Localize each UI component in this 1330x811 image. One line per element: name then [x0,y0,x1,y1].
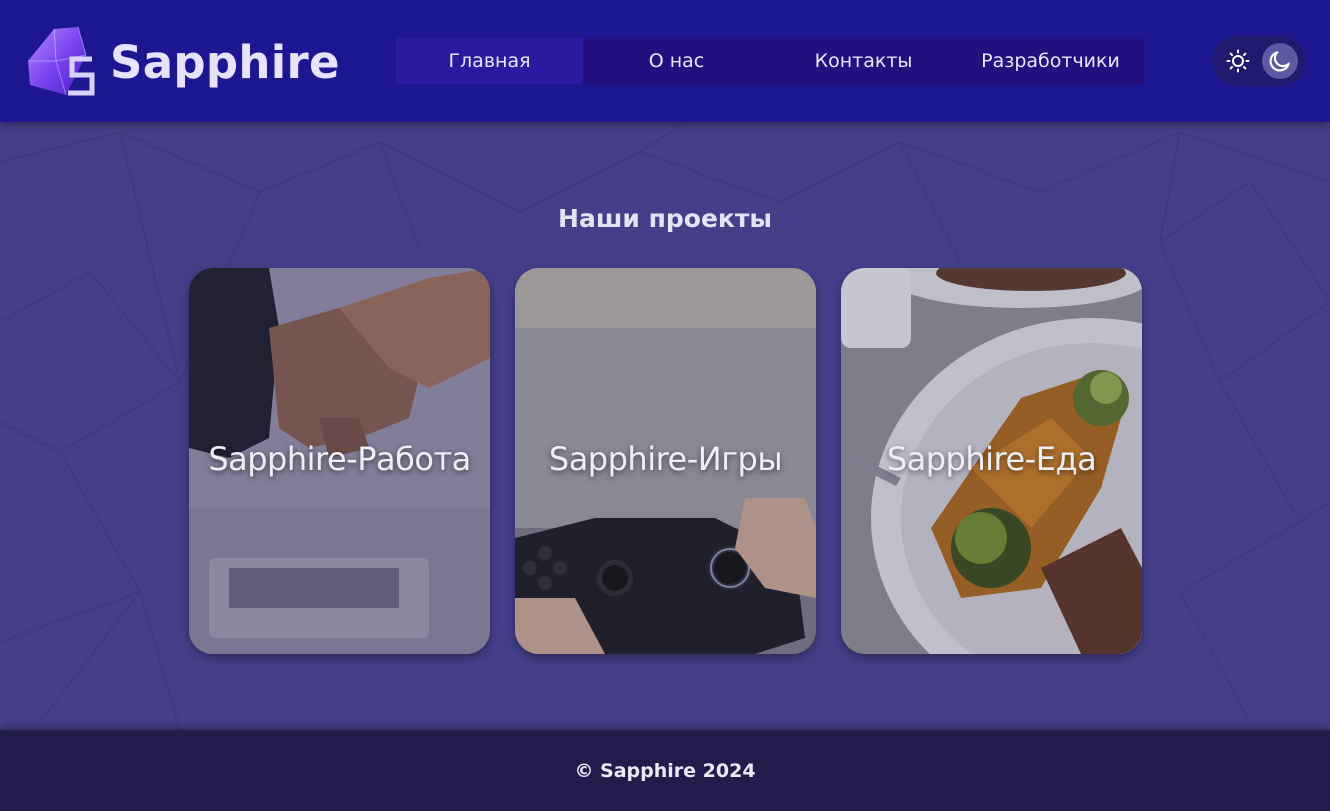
nav-item-home[interactable]: Главная [396,38,583,84]
theme-toggle[interactable] [1212,36,1306,86]
sapphire-gem-logo-icon [28,26,95,96]
site-header: Sapphire Главная О нас Контакты Разработ… [0,0,1330,122]
project-card-label: Sapphire-Работа [208,440,471,478]
projects-title: Наши проекты [558,204,772,233]
project-card-food[interactable]: Sapphire-Еда [841,268,1142,654]
nav-item-about[interactable]: О нас [583,38,770,84]
brand-logo[interactable]: Sapphire [26,24,339,100]
brand-name: Sapphire [110,35,340,89]
sun-icon[interactable] [1220,43,1256,79]
project-card-label: Sapphire-Еда [886,440,1097,478]
copyright-text: © Sapphire 2024 [574,759,756,782]
nav-item-developers[interactable]: Разработчики [957,38,1144,84]
site-footer: © Sapphire 2024 [0,730,1330,811]
project-card-label: Sapphire-Игры [548,440,783,478]
main-nav: Главная О нас Контакты Разработчики [396,38,1144,84]
moon-icon[interactable] [1262,43,1298,79]
project-card-games[interactable]: Sapphire-Игры [515,268,816,654]
projects-list: Sapphire-Работа Sapphire-Игры Sapphire-Е… [189,268,1142,654]
project-card-work[interactable]: Sapphire-Работа [189,268,490,654]
nav-item-contacts[interactable]: Контакты [770,38,957,84]
